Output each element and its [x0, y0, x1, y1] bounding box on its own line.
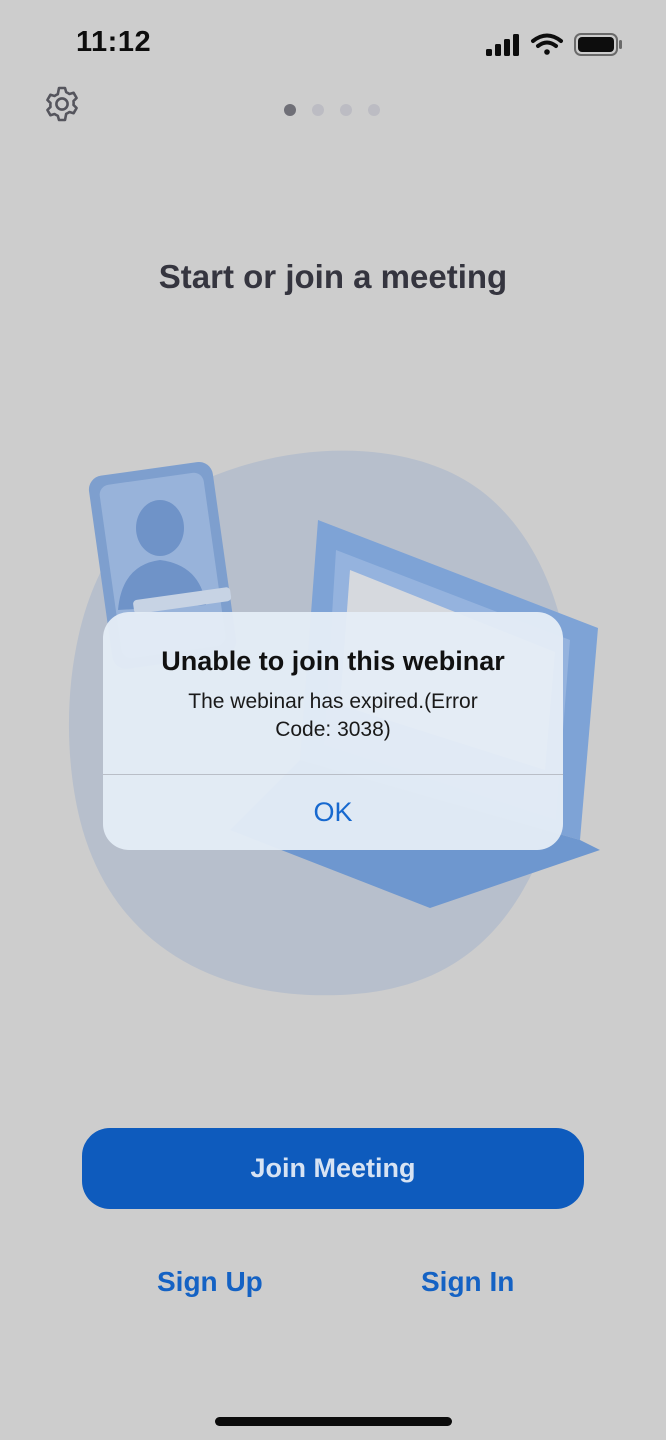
gear-icon	[46, 86, 78, 122]
alert-ok-button[interactable]: OK	[103, 775, 563, 850]
page-dot-2[interactable]	[312, 104, 324, 116]
error-alert-dialog: Unable to join this webinar The webinar …	[103, 612, 563, 850]
page-indicator[interactable]	[284, 104, 380, 118]
status-time: 11:12	[76, 26, 152, 58]
page-dot-4[interactable]	[368, 104, 380, 116]
join-meeting-button[interactable]: Join Meeting	[82, 1128, 584, 1209]
home-indicator[interactable]	[215, 1417, 452, 1426]
alert-message: The webinar has expired.(Error Code: 303…	[163, 688, 503, 744]
battery-icon	[574, 33, 622, 56]
sign-up-link[interactable]: Sign Up	[157, 1266, 263, 1298]
status-icons	[486, 32, 626, 58]
page-title: Start or join a meeting	[158, 258, 508, 295]
page-dot-1[interactable]	[284, 104, 296, 116]
sign-in-link[interactable]: Sign In	[421, 1266, 514, 1298]
alert-message-line-2: Code: 3038)	[275, 718, 391, 741]
alert-message-line-1: The webinar has expired.(Error	[188, 690, 478, 713]
alert-title: Unable to join this webinar	[161, 646, 505, 676]
page-dot-3[interactable]	[340, 104, 352, 116]
cellular-signal-icon	[486, 34, 519, 56]
wifi-icon	[531, 33, 563, 55]
settings-button[interactable]	[42, 84, 82, 124]
